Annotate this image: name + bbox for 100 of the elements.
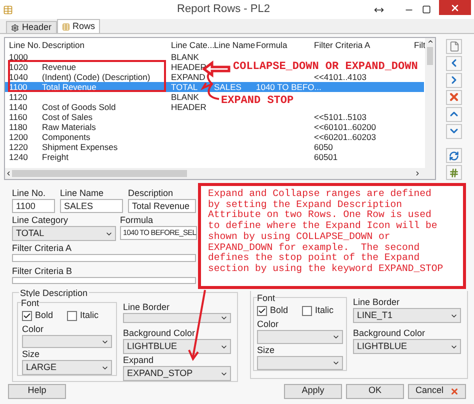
description-field[interactable]: Total Revenue [128,199,196,213]
refresh-icon [449,150,459,161]
table-cell: 1140 [9,102,28,112]
delete-icon [450,386,458,396]
table-icon [62,22,70,30]
dialog-button[interactable]: OK [346,384,404,398]
close-icon [450,2,460,12]
line-number-field[interactable]: 1100 [12,199,55,213]
group-title: Style Description [19,287,89,300]
table-cell: BLANK [171,52,199,62]
next-button[interactable] [446,72,462,88]
table-cell: 1000 [9,52,28,62]
table-cell: TOTAL [171,82,198,92]
field-label: Line Border [353,297,400,308]
field-label: Bold [270,305,288,316]
column-header: Line Cate... [171,38,214,52]
field-label: Line Category [12,215,68,226]
tab[interactable]: Header [6,21,57,33]
table-cell: 1200 [9,132,28,142]
field-label: Italic [315,305,334,316]
checkbox[interactable] [302,306,312,316]
filter-a-field[interactable] [12,254,196,262]
table-cell: Cost of Sales [42,112,93,122]
field-label: Background Color [123,328,196,339]
table-cell: <<4101..4103 [314,72,366,82]
field-label: Filter Criteria A [12,243,72,254]
dropdown[interactable]: LIGHTBLUE [123,339,231,354]
field-label: Expand [123,355,154,366]
checkbox[interactable] [67,310,78,320]
hash-icon [449,168,459,178]
table-cell: HEADER [171,102,206,112]
field-label: Formula [120,215,154,226]
column-header: Filt [414,38,426,52]
table-cell: Raw Materials [42,122,96,132]
table-cell: EXPAND [171,72,206,82]
dropdown[interactable]: LARGE [22,360,112,375]
dropdown[interactable] [123,313,231,323]
dropdown[interactable]: EXPAND_STOP [123,366,231,381]
chevron-icon [332,333,340,341]
refresh-button[interactable] [446,148,462,164]
field-label: Line Name [60,188,104,199]
tab[interactable]: Rows [56,19,100,33]
delete-button[interactable] [446,90,462,105]
table-cell: HEADER [171,62,206,72]
table-cell: 6050 [314,142,333,152]
field-label: Color [257,319,279,330]
chevron-icon [220,314,228,322]
field-label: Size [257,345,275,356]
field-label: Filter Criteria B [12,266,72,276]
vertical-scrollbar[interactable] [425,38,435,168]
table-cell: Freight [42,152,68,162]
table-cell: Cost of Goods Sold [42,102,116,112]
table-cell: 1100 [9,82,28,92]
table-cell: <<60101..60200 [314,122,376,132]
table-cell: 1040 [9,72,28,82]
scroll-right-icon[interactable] [414,170,421,177]
checkbox[interactable] [257,306,267,316]
horizontal-scrollbar[interactable] [5,168,435,179]
scroll-up-icon[interactable] [426,38,434,45]
table-cell: Shipment Expenses [42,142,118,152]
note-text: Expand and Collapse ranges are defined by setting the Expand Description Attribute on two Rows. One Row is used to define where the Expand Icon will be shown by using COLLAPSE_DOWN or EXPAND_DOWN for example. The second defines the stop point of the Expand section by using the keyword EXPAND_STOP [208,189,444,275]
column-header: Description [42,38,86,52]
scroll-thumb[interactable] [427,47,433,65]
table-cell: Total Revenue [42,82,96,92]
checkbox[interactable] [22,310,32,320]
column-header: Line Name [214,38,256,52]
dropdown[interactable]: TOTAL [12,226,116,241]
close-button[interactable] [439,0,471,15]
dropdown[interactable]: LINE_T1 [353,308,461,323]
dropdown[interactable]: LIGHTBLUE [353,339,461,354]
scroll-left-icon[interactable] [5,170,12,177]
table-cell: (Indent) (Code) (Description) [42,72,150,82]
filter-b-field[interactable] [12,276,196,284]
cancel-button[interactable]: Cancel [408,384,466,398]
table-cell: 1040 TO BEFO... [256,82,322,92]
window-title: Report Rows - PL2 [176,2,271,18]
dialog-button[interactable]: Apply [284,384,342,398]
field-label: Italic [80,310,99,321]
table-cell: BLANK [171,92,199,102]
scroll-thumb[interactable] [12,170,187,177]
chevron-icon [332,359,340,367]
table-cell: SALES [214,82,242,92]
help-button[interactable]: Help [8,384,66,398]
table-icon [3,4,13,14]
number-button[interactable] [446,165,462,180]
table-cell: 1120 [9,92,28,102]
field-label: Background Color [353,328,426,339]
move-up-button[interactable] [446,106,462,122]
maximize-icon[interactable] [422,5,431,14]
table-cell: <<60201..60203 [314,132,376,142]
column-header: Line No. [9,38,42,52]
field-label: Size [22,349,40,360]
field-label: Description [128,188,174,199]
line-name-field[interactable]: SALES [60,199,123,213]
callout-text: EXPAND STOP [221,94,294,109]
previous-button[interactable] [446,56,462,71]
new-button[interactable] [446,39,462,54]
column-header: Filter Criteria A [314,38,372,52]
move-down-button[interactable] [446,124,462,139]
table-cell: <<5101..5103 [314,112,366,122]
